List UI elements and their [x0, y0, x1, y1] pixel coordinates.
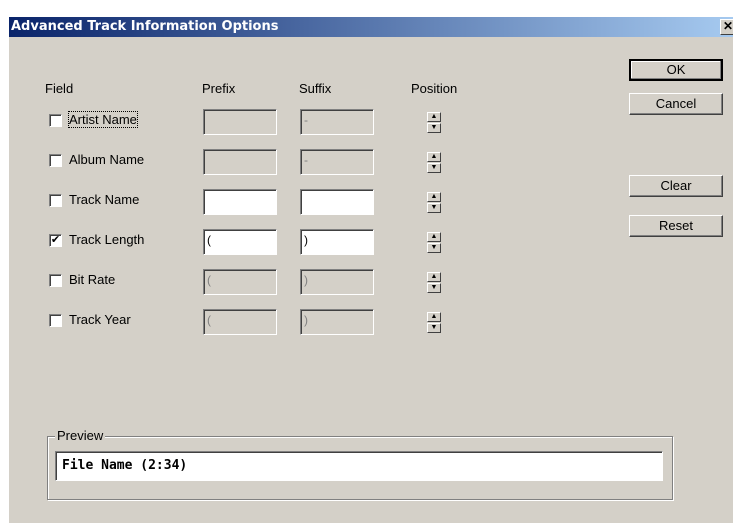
prefix-input[interactable] — [203, 189, 277, 215]
field-checkbox[interactable] — [49, 114, 62, 127]
ok-button[interactable]: OK — [629, 59, 723, 81]
move-down-arrow-icon[interactable]: ▼ — [427, 163, 441, 173]
clear-button[interactable]: Clear — [629, 175, 723, 197]
prefix-input[interactable]: ( — [203, 269, 277, 295]
field-checkbox[interactable] — [49, 274, 62, 287]
preview-field: File Name (2:34) — [55, 451, 663, 481]
field-checkbox[interactable] — [49, 154, 62, 167]
position-spinner[interactable]: ▲ ▼ — [427, 152, 441, 174]
field-label[interactable]: Bit Rate — [69, 272, 115, 287]
move-up-arrow-icon[interactable]: ▲ — [427, 112, 441, 122]
field-row: Album Name - ▲ ▼ — [9, 149, 489, 175]
suffix-input[interactable]: ) — [300, 229, 374, 255]
prefix-input[interactable]: ( — [203, 309, 277, 335]
close-icon[interactable]: ✕ — [720, 19, 733, 35]
field-row: Bit Rate () ▲ ▼ — [9, 269, 489, 295]
position-spinner[interactable]: ▲ ▼ — [427, 232, 441, 254]
check-icon: ✔ — [50, 234, 61, 246]
field-row: Artist Name - ▲ ▼ — [9, 109, 489, 135]
field-row: ✔ Track Length () ▲ ▼ — [9, 229, 489, 255]
field-label[interactable]: Track Name — [69, 192, 139, 207]
position-spinner[interactable]: ▲ ▼ — [427, 192, 441, 214]
move-down-arrow-icon[interactable]: ▼ — [427, 123, 441, 133]
field-label[interactable]: Track Length — [69, 232, 144, 247]
position-spinner[interactable]: ▲ ▼ — [427, 312, 441, 334]
field-row: Track Year () ▲ ▼ — [9, 309, 489, 335]
move-down-arrow-icon[interactable]: ▼ — [427, 283, 441, 293]
move-up-arrow-icon[interactable]: ▲ — [427, 272, 441, 282]
move-up-arrow-icon[interactable]: ▲ — [427, 312, 441, 322]
field-label[interactable]: Track Year — [69, 312, 131, 327]
field-row: Track Name ▲ ▼ — [9, 189, 489, 215]
window-title: Advanced Track Information Options — [11, 19, 279, 34]
move-up-arrow-icon[interactable]: ▲ — [427, 232, 441, 242]
reset-button[interactable]: Reset — [629, 215, 723, 237]
preview-label: Preview — [55, 428, 106, 443]
advanced-track-info-dialog: Advanced Track Information Options ✕ Fie… — [8, 16, 733, 523]
move-up-arrow-icon[interactable]: ▲ — [427, 152, 441, 162]
prefix-input[interactable]: ( — [203, 229, 277, 255]
field-label[interactable]: Album Name — [69, 152, 144, 167]
suffix-column-header: Suffix — [299, 81, 332, 96]
move-down-arrow-icon[interactable]: ▼ — [427, 323, 441, 333]
field-label[interactable]: Artist Name — [68, 111, 138, 128]
field-checkbox[interactable]: ✔ — [49, 234, 62, 247]
move-down-arrow-icon[interactable]: ▼ — [427, 203, 441, 213]
field-column-header: Field — [45, 81, 74, 96]
prefix-input[interactable] — [203, 109, 277, 135]
position-column-header: Position — [411, 81, 458, 96]
suffix-input[interactable]: ) — [300, 269, 374, 295]
position-spinner[interactable]: ▲ ▼ — [427, 272, 441, 294]
move-up-arrow-icon[interactable]: ▲ — [427, 192, 441, 202]
prefix-input[interactable] — [203, 149, 277, 175]
move-down-arrow-icon[interactable]: ▼ — [427, 243, 441, 253]
field-checkbox[interactable] — [49, 194, 62, 207]
prefix-column-header: Prefix — [202, 81, 236, 96]
suffix-input[interactable] — [300, 189, 374, 215]
position-spinner[interactable]: ▲ ▼ — [427, 112, 441, 134]
title-bar[interactable]: Advanced Track Information Options ✕ — [9, 17, 733, 37]
field-checkbox[interactable] — [49, 314, 62, 327]
suffix-input[interactable]: ) — [300, 309, 374, 335]
cancel-button[interactable]: Cancel — [629, 93, 723, 115]
suffix-input[interactable]: - — [300, 109, 374, 135]
suffix-input[interactable]: - — [300, 149, 374, 175]
